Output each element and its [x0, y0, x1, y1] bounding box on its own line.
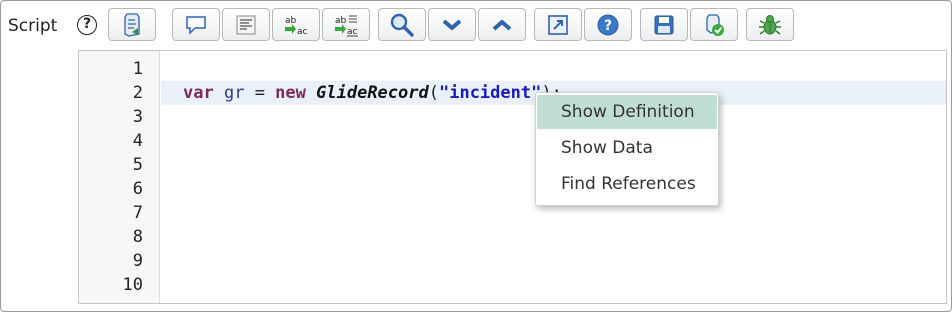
- line-number: 8: [132, 227, 143, 247]
- line-number: 6: [132, 179, 143, 199]
- assignment-operator: =: [244, 83, 276, 103]
- fullscreen-button[interactable]: [534, 8, 582, 41]
- line-number: 7: [132, 203, 143, 223]
- save-button[interactable]: [640, 8, 688, 41]
- save-icon: [654, 15, 674, 34]
- keyword-var: var: [183, 83, 214, 103]
- identifier-gr: gr: [223, 83, 245, 103]
- line-number: 4: [132, 131, 143, 151]
- line-number: 1: [132, 59, 143, 79]
- string-literal: "incident": [438, 83, 542, 103]
- line-number: 9: [132, 251, 143, 271]
- context-menu: Show Definition Show Data Find Reference…: [535, 92, 719, 206]
- script-include-button[interactable]: [108, 8, 156, 41]
- validate-button[interactable]: [690, 8, 738, 41]
- class-name: GlideRecord: [316, 83, 429, 103]
- field-label: Script: [8, 16, 58, 36]
- svg-text:ab: ab: [285, 16, 297, 26]
- line-number: 10: [122, 275, 143, 295]
- replace-all-button[interactable]: ab ac: [322, 8, 370, 41]
- keyword-new: new: [275, 83, 306, 103]
- line-number: 5: [132, 155, 143, 175]
- debug-button[interactable]: [746, 8, 794, 41]
- format-code-button[interactable]: [222, 8, 270, 41]
- svg-text:ab: ab: [335, 16, 347, 26]
- help-icon: ?: [597, 14, 619, 35]
- search-icon: [390, 13, 414, 37]
- replace-button[interactable]: ab ac: [272, 8, 320, 41]
- fullscreen-icon: [548, 14, 568, 35]
- replace-icon: ab ac: [285, 16, 308, 37]
- svg-text:ac: ac: [297, 27, 308, 37]
- replace-all-icon: ab ac: [335, 15, 358, 37]
- svg-text:?: ?: [604, 18, 612, 34]
- field-help-icon[interactable]: ?: [77, 15, 97, 35]
- comment-icon: [186, 15, 206, 35]
- line-number: 3: [132, 107, 143, 127]
- find-previous-button[interactable]: [478, 8, 526, 41]
- chevron-down-icon: [442, 18, 462, 30]
- debug-icon: [759, 14, 781, 35]
- format-code-icon: [236, 15, 256, 34]
- line-number: 2: [132, 83, 143, 103]
- code-editor[interactable]: 1 2 3 4 5 6 7 8 9 10 var gr = new GlideR…: [78, 50, 947, 304]
- search-button[interactable]: [378, 8, 426, 41]
- editor-help-button[interactable]: ?: [584, 8, 632, 41]
- code-line[interactable]: var gr = new GlideRecord("incident");: [183, 81, 562, 105]
- toggle-comment-button[interactable]: [172, 8, 220, 41]
- menu-item-show-definition[interactable]: Show Definition: [537, 95, 717, 129]
- find-next-button[interactable]: [428, 8, 476, 41]
- menu-item-show-data[interactable]: Show Data: [537, 131, 717, 165]
- script-include-icon: [124, 12, 140, 37]
- chevron-up-icon: [492, 19, 512, 31]
- menu-item-find-references[interactable]: Find References: [537, 167, 717, 201]
- line-number-gutter: 1 2 3 4 5 6 7 8 9 10: [79, 51, 160, 303]
- validate-icon: [706, 13, 724, 36]
- paren-open: (: [428, 83, 439, 103]
